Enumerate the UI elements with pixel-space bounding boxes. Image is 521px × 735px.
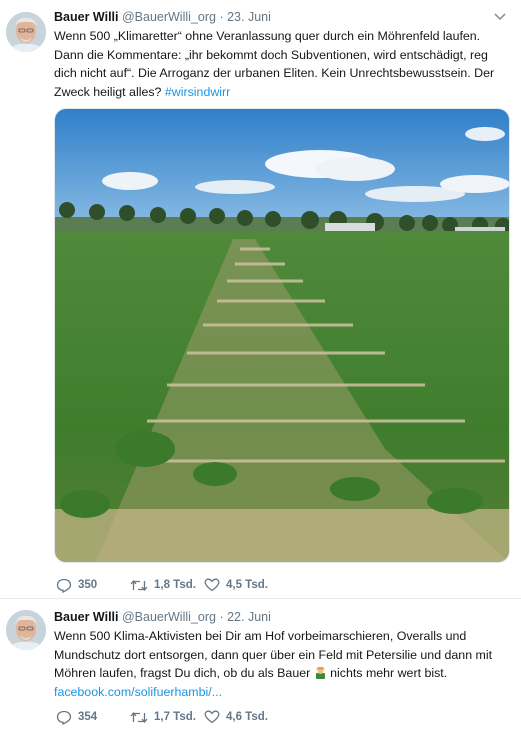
tweet[interactable]: Bauer Willi @BauerWilli_org · 22. Juni W…: [0, 599, 521, 735]
tweet-date[interactable]: 22. Juni: [227, 610, 271, 624]
author-handle[interactable]: @BauerWilli_org: [122, 10, 216, 24]
heart-icon: [204, 578, 220, 592]
retweet-button[interactable]: 1,8 Tsd.: [130, 579, 204, 592]
separator: ·: [219, 10, 224, 24]
reply-icon: [56, 710, 72, 725]
external-link[interactable]: facebook.com/solifuerhambi/...: [54, 685, 222, 699]
author-name[interactable]: Bauer Willi: [54, 610, 118, 624]
tweet-photo[interactable]: [54, 108, 510, 563]
avatar[interactable]: [6, 12, 46, 52]
retweet-icon: [130, 579, 148, 591]
chevron-down-icon[interactable]: [493, 11, 507, 23]
reply-button[interactable]: 350: [56, 578, 130, 593]
separator: ·: [219, 610, 224, 624]
retweet-count: 1,8 Tsd.: [154, 579, 196, 591]
tweet-body-tail: nichts mehr wert bist.: [326, 666, 448, 680]
retweet-button[interactable]: 1,7 Tsd.: [130, 711, 204, 724]
tweet-date[interactable]: 23. Juni: [227, 10, 271, 24]
hashtag-link[interactable]: #wirsindwirr: [165, 85, 230, 99]
tweet-text: Wenn 500 Klima-Aktivisten bei Dir am Hof…: [54, 627, 509, 701]
reply-icon: [56, 578, 72, 593]
reply-count: 350: [78, 579, 98, 591]
tweet-header: Bauer Willi @BauerWilli_org · 23. Juni: [54, 9, 509, 25]
author-handle[interactable]: @BauerWilli_org: [122, 610, 216, 624]
tweet-actions: 350 1,8 Tsd. 4,5 Tsd.: [56, 577, 284, 593]
like-count: 4,6 Tsd.: [226, 711, 268, 723]
like-button[interactable]: 4,6 Tsd.: [204, 710, 284, 724]
retweet-count: 1,7 Tsd.: [154, 711, 196, 723]
like-button[interactable]: 4,5 Tsd.: [204, 578, 284, 592]
avatar[interactable]: [6, 610, 46, 650]
tweet-header: Bauer Willi @BauerWilli_org · 22. Juni: [54, 609, 509, 625]
heart-icon: [204, 710, 220, 724]
retweet-icon: [130, 711, 148, 723]
farmer-emoji-icon: [315, 667, 325, 679]
author-name[interactable]: Bauer Willi: [54, 10, 118, 24]
reply-button[interactable]: 354: [56, 710, 130, 725]
tweet-body: Wenn 500 „Klimaretter“ ohne Veranlassung…: [54, 29, 495, 99]
like-count: 4,5 Tsd.: [226, 579, 268, 591]
reply-count: 354: [78, 711, 98, 723]
tweet[interactable]: Bauer Willi @BauerWilli_org · 23. Juni W…: [0, 0, 521, 599]
tweet-text: Wenn 500 „Klimaretter“ ohne Veranlassung…: [54, 27, 509, 101]
tweet-actions: 354 1,7 Tsd. 4,6 Tsd.: [56, 709, 284, 725]
